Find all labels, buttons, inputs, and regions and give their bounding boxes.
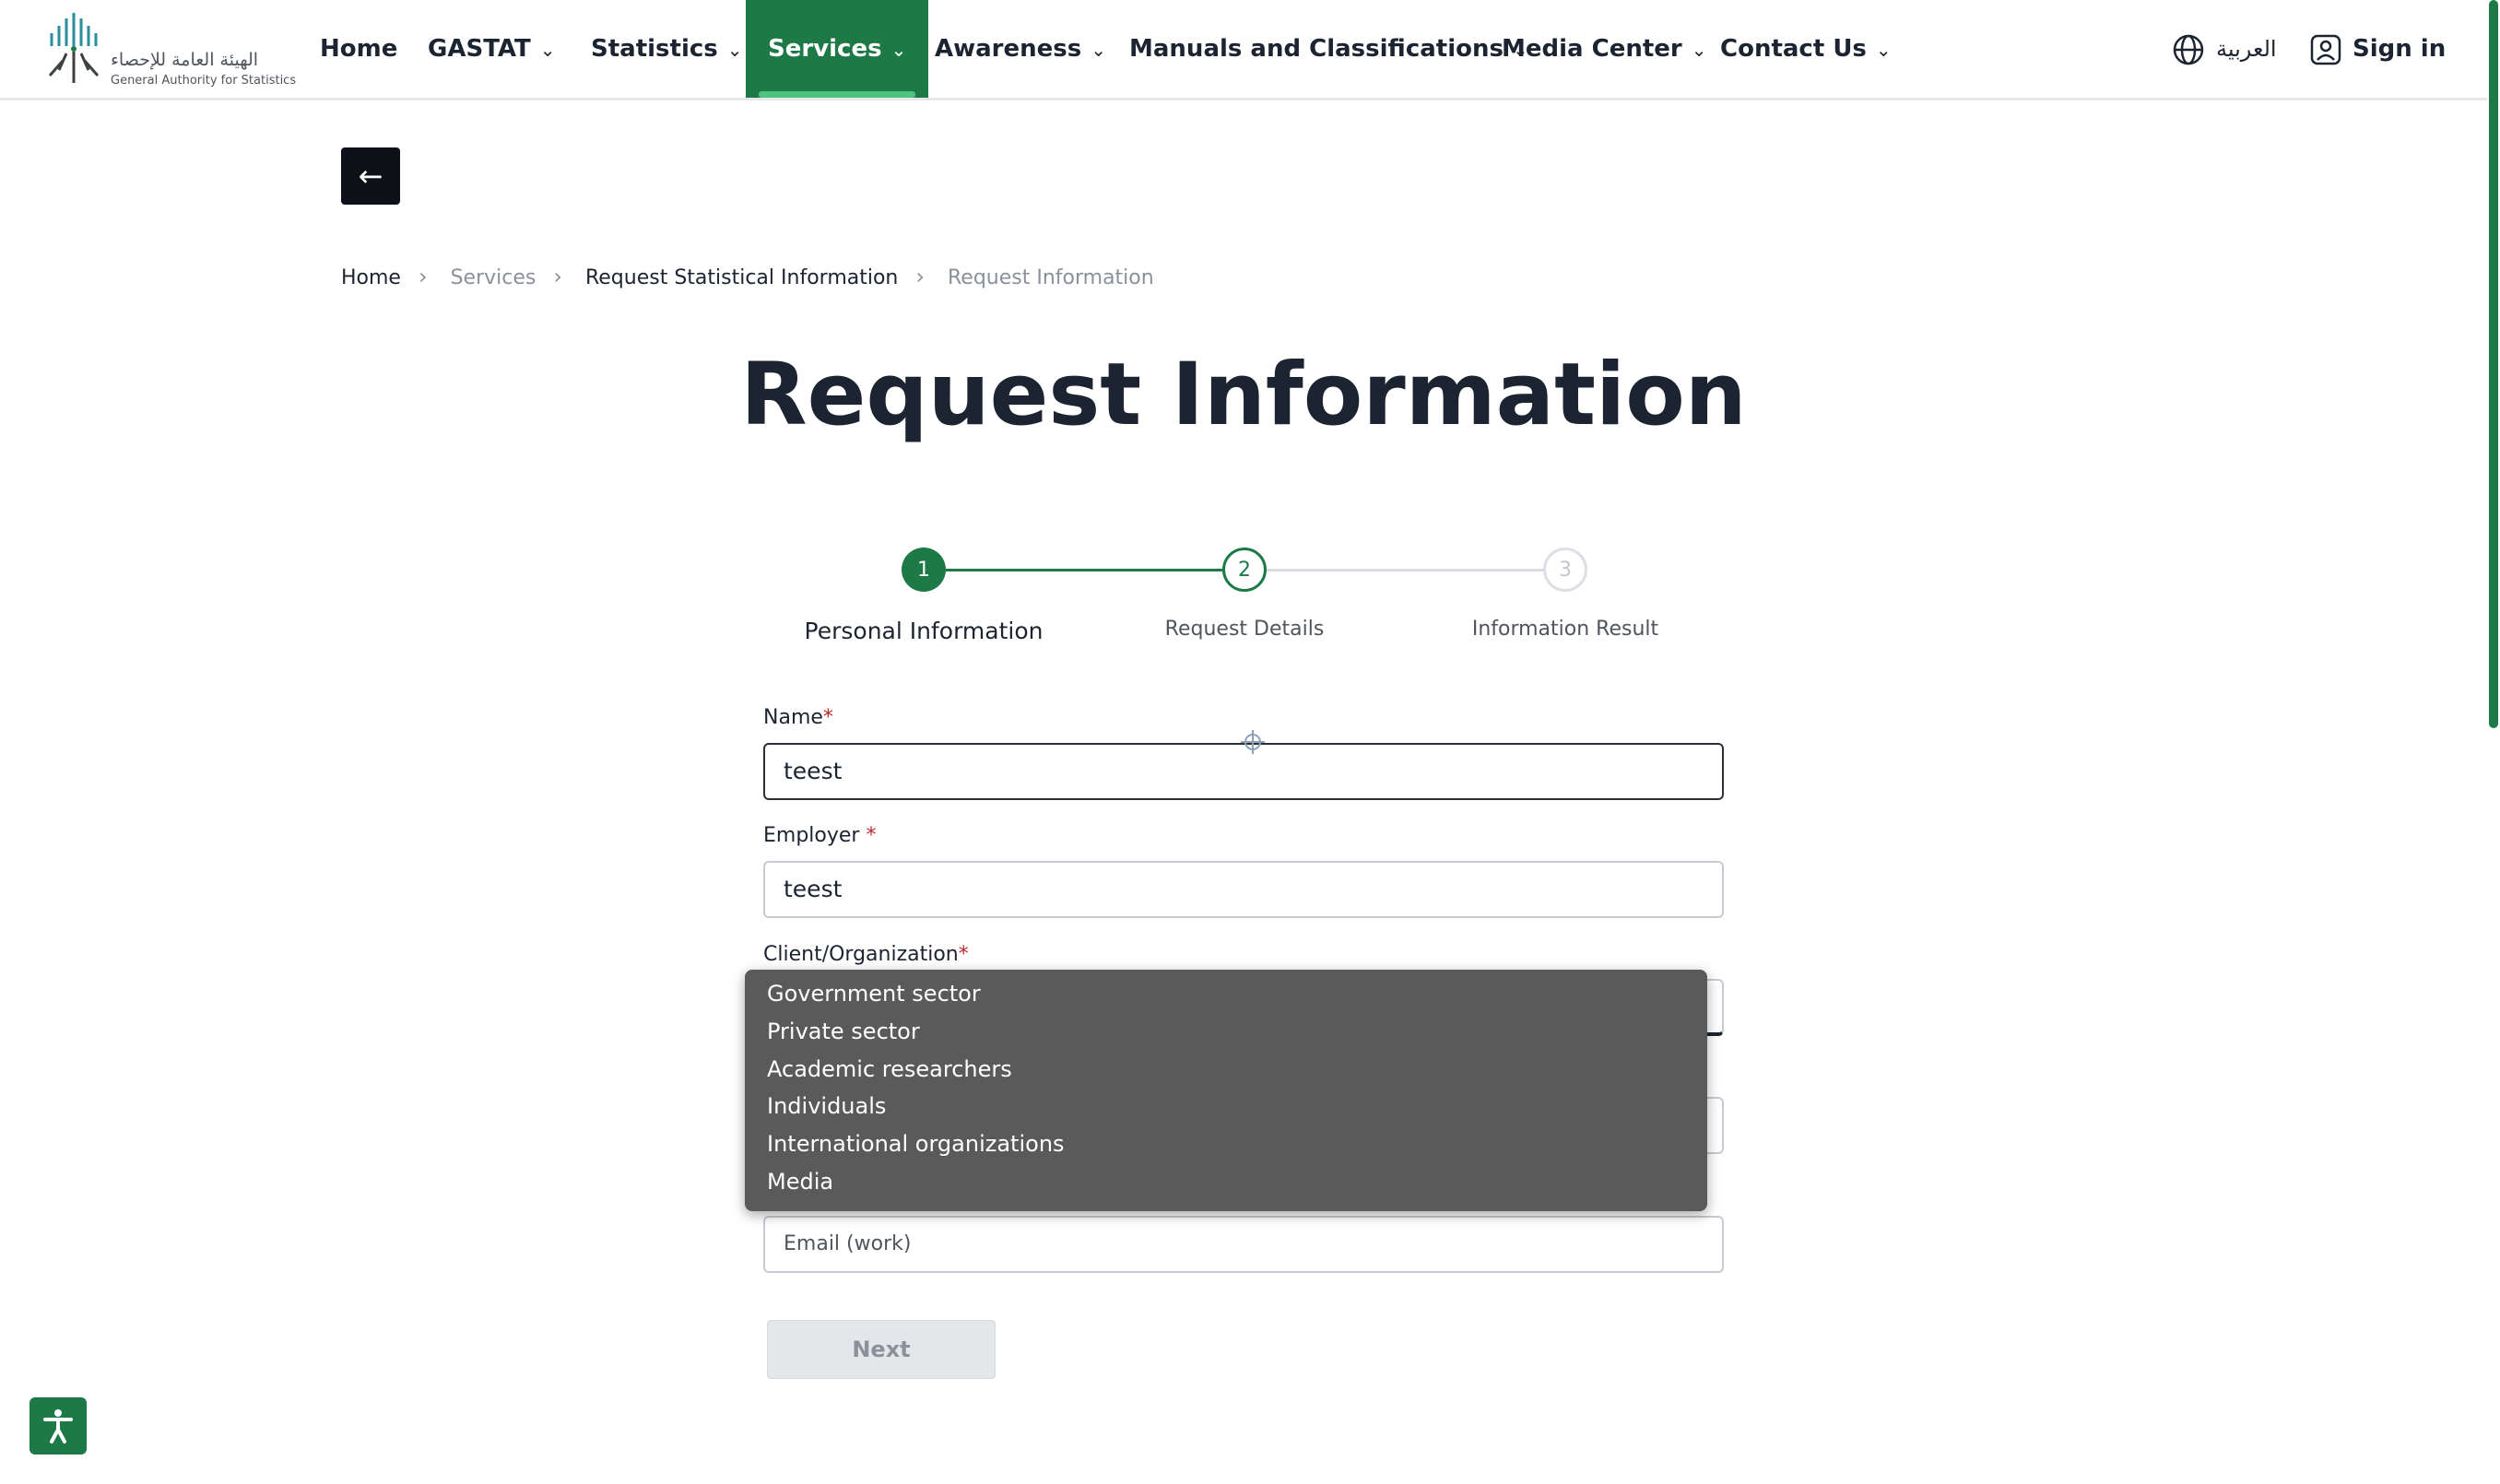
- nav-contact-us[interactable]: Contact Us ⌄: [1720, 0, 1892, 98]
- nav-home[interactable]: Home: [320, 0, 397, 98]
- chevron-down-icon: ⌄: [1091, 39, 1107, 61]
- nav-services[interactable]: Services ⌄: [746, 0, 929, 98]
- chevron-down-icon: ⌄: [890, 39, 907, 61]
- nav-manuals-classifications[interactable]: Manuals and Classifications ⌄: [1129, 0, 1528, 98]
- nav-services-label: Services: [768, 35, 882, 63]
- breadcrumb: Home › Services › Request Statistical In…: [341, 264, 1165, 289]
- stepper-line-completed: [946, 569, 1222, 571]
- chevron-right-icon: ›: [418, 264, 428, 289]
- nav-gastat-label: GASTAT: [428, 35, 531, 63]
- breadcrumb-request-statistical-information[interactable]: Request Statistical Information: [585, 266, 898, 289]
- sign-in-label: Sign in: [2353, 35, 2447, 63]
- dropdown-option[interactable]: Private sector: [767, 1019, 920, 1044]
- nav-media-center[interactable]: Media Center ⌄: [1502, 0, 1707, 98]
- breadcrumb-home[interactable]: Home: [341, 266, 401, 289]
- arrow-left-icon: ←: [358, 159, 383, 194]
- employer-input-value: teest: [784, 876, 843, 902]
- step-2-label: Request Details: [1164, 618, 1325, 641]
- chevron-right-icon: ›: [915, 264, 925, 289]
- nav-gastat[interactable]: GASTAT ⌄: [428, 0, 556, 98]
- globe-icon: [2173, 34, 2204, 65]
- chevron-down-icon: ⌄: [726, 39, 743, 61]
- accessibility-button[interactable]: [29, 1397, 87, 1455]
- step-2-indicator: 2: [1222, 548, 1267, 592]
- dropdown-option[interactable]: Government sector: [767, 981, 981, 1007]
- nav-manuals-label: Manuals and Classifications: [1129, 35, 1504, 63]
- language-switch[interactable]: العربية: [2172, 0, 2277, 98]
- chevron-down-icon: ⌄: [1875, 39, 1892, 61]
- scrollbar-thumb[interactable]: [2489, 0, 2498, 728]
- required-mark: *: [866, 824, 877, 847]
- sign-in-button[interactable]: Sign in: [2310, 0, 2446, 98]
- dropdown-option[interactable]: Academic researchers: [767, 1056, 1012, 1082]
- step-1-indicator: 1: [902, 548, 946, 592]
- step-1-number: 1: [917, 558, 930, 582]
- client-organization-label-text: Client/Organization: [763, 943, 959, 966]
- page-title: Request Information: [740, 345, 1747, 445]
- language-label: العربية: [2216, 36, 2277, 62]
- breadcrumb-current: Request Information: [947, 266, 1154, 289]
- client-organization-dropdown: Government sector Private sector Academi…: [745, 970, 1707, 1211]
- nav-awareness[interactable]: Awareness ⌄: [935, 0, 1106, 98]
- client-organization-field-label: Client/Organization*: [763, 943, 969, 966]
- nav-contact-us-label: Contact Us: [1720, 35, 1867, 63]
- accessibility-icon: [43, 1409, 73, 1443]
- employer-label-text: Employer: [763, 824, 867, 847]
- dropdown-option[interactable]: International organizations: [767, 1131, 1065, 1157]
- logo-arabic-text: الهيئة العامة للإحصاء: [111, 50, 259, 70]
- back-button[interactable]: ←: [341, 147, 400, 205]
- logo-english-text: General Authority for Statistics: [111, 74, 297, 88]
- user-icon: [2310, 34, 2341, 65]
- step-1-label: Personal Information: [804, 618, 1044, 644]
- required-mark: *: [958, 943, 969, 966]
- employer-input[interactable]: teest: [763, 861, 1724, 918]
- nav-media-center-label: Media Center: [1502, 35, 1682, 63]
- top-navigation-bar: الهيئة العامة للإحصاء General Authority …: [0, 0, 2500, 100]
- chevron-down-icon: ⌄: [539, 39, 556, 61]
- next-button[interactable]: Next: [767, 1320, 996, 1379]
- chevron-right-icon: ›: [553, 264, 562, 289]
- logo-emblem-icon: [48, 13, 100, 83]
- step-2-number: 2: [1238, 558, 1251, 582]
- nav-statistics[interactable]: Statistics ⌄: [591, 0, 743, 98]
- step-3-label: Information Result: [1471, 618, 1659, 641]
- email-placeholder: Email (work): [784, 1232, 912, 1255]
- employer-field-label: Employer *: [763, 824, 876, 847]
- name-field-label: Name*: [763, 706, 833, 729]
- name-label-text: Name: [763, 706, 823, 729]
- stepper-line-pending: [1267, 569, 1543, 571]
- gastat-logo[interactable]: الهيئة العامة للإحصاء General Authority …: [44, 9, 296, 88]
- nav-statistics-label: Statistics: [591, 35, 718, 63]
- required-mark: *: [822, 706, 833, 729]
- page-scrollbar[interactable]: [2487, 0, 2500, 1484]
- email-field[interactable]: Email (work): [763, 1216, 1724, 1273]
- nav-awareness-label: Awareness: [935, 35, 1082, 63]
- dropdown-option[interactable]: Individuals: [767, 1093, 886, 1119]
- crosshair-cursor-icon: [1241, 730, 1265, 754]
- nav-home-label: Home: [320, 35, 398, 63]
- step-3-number: 3: [1559, 558, 1572, 582]
- dropdown-option[interactable]: Media: [767, 1169, 833, 1195]
- chevron-down-icon: ⌄: [1691, 39, 1707, 61]
- name-input-value: teest: [784, 758, 843, 784]
- step-3-indicator: 3: [1543, 548, 1587, 592]
- breadcrumb-services[interactable]: Services: [451, 266, 537, 289]
